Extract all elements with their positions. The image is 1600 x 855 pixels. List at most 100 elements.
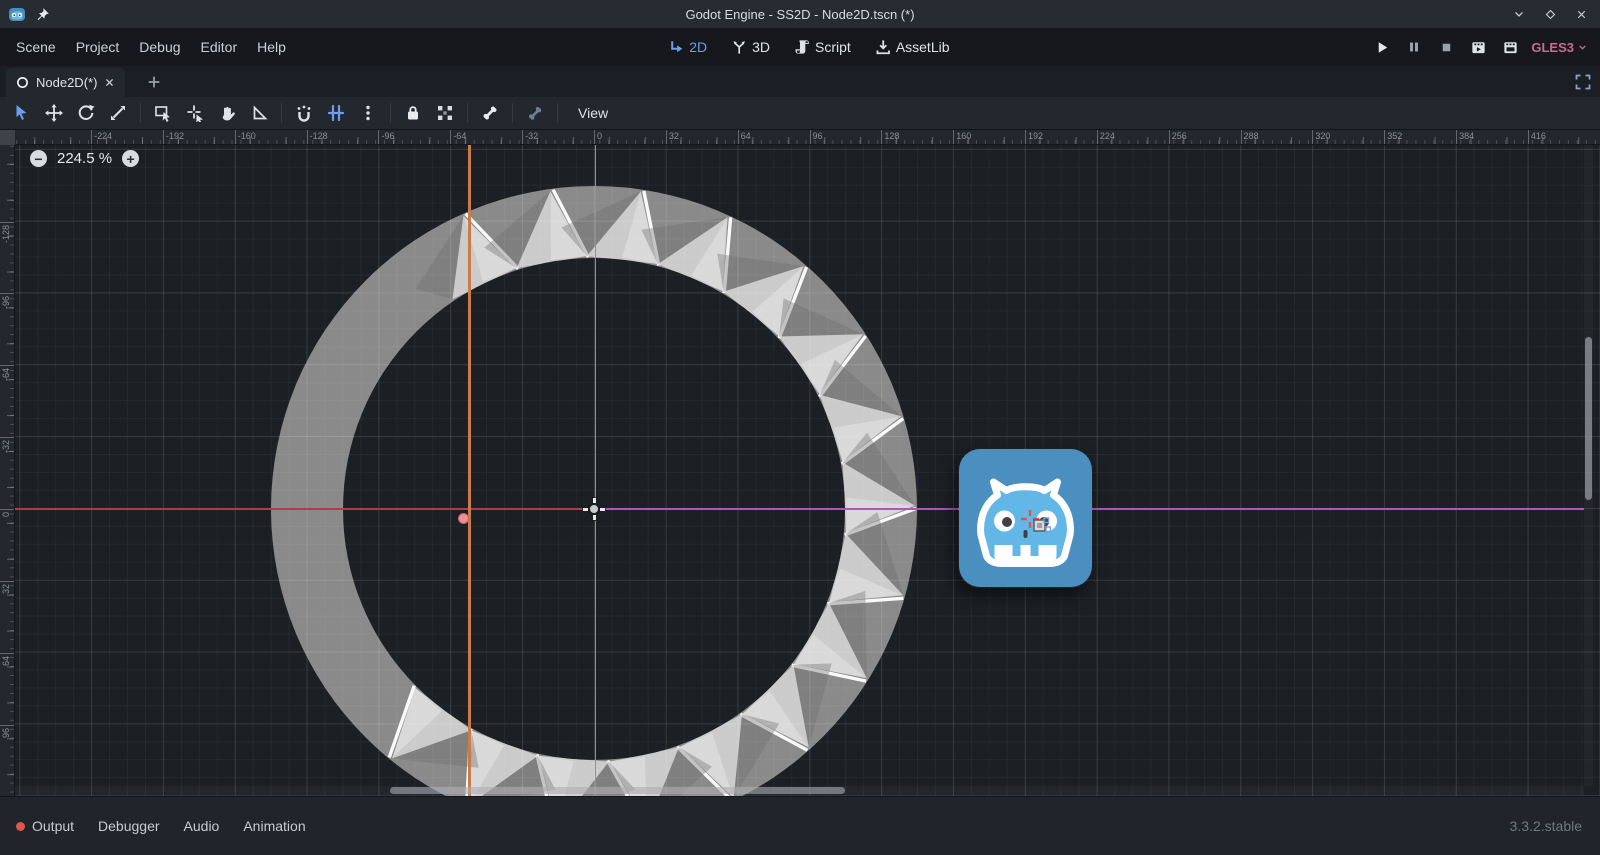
ruler-label: -128 — [1, 225, 11, 243]
script-icon — [794, 39, 810, 55]
list-select-tool-button[interactable] — [153, 103, 173, 123]
ruler-tick — [0, 509, 14, 510]
ruler-tick — [953, 130, 954, 144]
pause-button[interactable] — [1403, 37, 1425, 57]
workspace-assetlib-button[interactable]: AssetLib — [868, 35, 957, 59]
bottom-tab-output[interactable]: Output — [0, 810, 86, 842]
ruler-label: 160 — [956, 131, 971, 141]
ruler-label: -32 — [525, 131, 538, 141]
window-close-button[interactable] — [1572, 5, 1590, 23]
vertical-scrollbar-thumb[interactable] — [1585, 337, 1592, 500]
ruler-tick — [0, 222, 14, 223]
menu-project[interactable]: Project — [66, 33, 130, 61]
ruler-tick — [163, 130, 164, 144]
ruler-tick — [0, 437, 14, 438]
ruler-tick — [1097, 130, 1098, 144]
ruler-tick — [307, 130, 308, 144]
skeleton-options-button[interactable] — [525, 103, 545, 123]
ruler-label: 32 — [1, 584, 11, 594]
output-alert-dot — [16, 822, 25, 831]
chevron-down-icon — [1577, 42, 1588, 53]
workspace-2d-button[interactable]: 2D — [661, 35, 714, 59]
title-bar: Godot Engine - SS2D - Node2D.tscn (*) — [0, 0, 1600, 28]
bottom-tab-debugger[interactable]: Debugger — [86, 810, 172, 842]
horizontal-ruler: -224-192-160-128-96-64-32032649612816019… — [15, 130, 1600, 145]
renderer-select[interactable]: GLES3 — [1531, 40, 1588, 55]
ss2d-ring-shape[interactable] — [0, 130, 1600, 796]
play-custom-scene-button[interactable] — [1499, 37, 1521, 57]
ruler-label: -32 — [1, 440, 11, 453]
window-title: Godot Engine - SS2D - Node2D.tscn (*) — [0, 7, 1600, 22]
ruler-label: 64 — [1, 656, 11, 666]
smart-snap-icon — [295, 104, 313, 122]
menu-editor[interactable]: Editor — [191, 33, 248, 61]
menu-debug[interactable]: Debug — [129, 33, 190, 61]
view-menu[interactable]: View — [570, 105, 616, 121]
snap-options-button[interactable] — [358, 103, 378, 123]
canvas-viewport[interactable]: -224-192-160-128-96-64-32032649612816019… — [0, 130, 1600, 796]
ruler-tick — [1528, 130, 1529, 144]
bone-icon — [481, 104, 499, 122]
window-maximize-button[interactable] — [1541, 5, 1559, 23]
stop-button[interactable] — [1435, 37, 1457, 57]
ruler-tick — [1025, 130, 1026, 144]
zoom-out-button[interactable]: − — [30, 150, 47, 167]
ruler-tick — [738, 130, 739, 144]
toolbar-separator — [140, 103, 141, 123]
ruler-tick — [666, 130, 667, 144]
select-tool-button[interactable] — [12, 103, 32, 123]
ruler-label: 192 — [1028, 131, 1043, 141]
group-object-button[interactable] — [435, 103, 455, 123]
pivot-tool-button[interactable] — [185, 103, 205, 123]
bone-button[interactable] — [480, 103, 500, 123]
pivot-icon — [186, 104, 204, 122]
ruler-label: -64 — [453, 131, 466, 141]
godot-editor-window: Godot Engine - SS2D - Node2D.tscn (*) — [0, 0, 1600, 855]
ruler-label: 352 — [1387, 131, 1402, 141]
lock-object-button[interactable] — [403, 103, 423, 123]
toolbar-separator — [281, 103, 282, 123]
zoom-in-button[interactable]: + — [122, 150, 139, 167]
scene-tab-label: Node2D(*) — [36, 75, 97, 90]
grid-snap-button[interactable] — [326, 103, 346, 123]
ruler-tick — [522, 130, 523, 144]
ruler-label: -96 — [381, 131, 394, 141]
menu-scene[interactable]: Scene — [6, 33, 66, 61]
pin-icon[interactable] — [35, 7, 50, 22]
ruler-tick — [378, 130, 379, 144]
menu-help[interactable]: Help — [247, 33, 296, 61]
ruler-tick — [0, 581, 14, 582]
workspace-script-button[interactable]: Script — [787, 35, 858, 59]
scene-tab-node2d[interactable]: Node2D(*) — [6, 68, 125, 97]
ruler-label: 0 — [1, 512, 11, 517]
new-scene-tab-button[interactable] — [146, 74, 162, 90]
ruler-tool-button[interactable] — [249, 103, 269, 123]
ruler-label: 96 — [1, 728, 11, 738]
bottom-tab-audio[interactable]: Audio — [172, 810, 232, 842]
ruler-label: -96 — [1, 296, 11, 309]
ruler-label: 64 — [741, 131, 751, 141]
play-button[interactable] — [1371, 37, 1393, 57]
ruler-label: -64 — [1, 368, 11, 381]
bottom-tab-animation[interactable]: Animation — [231, 810, 317, 842]
play-scene-button[interactable] — [1467, 37, 1489, 57]
rotate-tool-button[interactable] — [76, 103, 96, 123]
move-tool-button[interactable] — [44, 103, 64, 123]
toolbar-separator — [467, 103, 468, 123]
list-select-icon — [154, 104, 172, 122]
ruler-label: 416 — [1531, 131, 1546, 141]
smart-snap-button[interactable] — [294, 103, 314, 123]
workspace-3d-button[interactable]: 3D — [724, 35, 777, 59]
ruler-tick — [0, 293, 14, 294]
zoom-percent-label[interactable]: 224.5 % — [57, 150, 112, 167]
distraction-free-icon[interactable] — [1574, 73, 1592, 91]
shape-control-point[interactable] — [458, 513, 469, 524]
tab-close-icon[interactable] — [104, 77, 115, 88]
ruler-label: -224 — [94, 131, 112, 141]
toolbar-separator — [512, 103, 513, 123]
window-minimize-button[interactable] — [1510, 5, 1528, 23]
scale-tool-button[interactable] — [108, 103, 128, 123]
pan-tool-button[interactable] — [217, 103, 237, 123]
ruler-label: 256 — [1172, 131, 1187, 141]
horizontal-scrollbar-thumb[interactable] — [390, 787, 845, 794]
